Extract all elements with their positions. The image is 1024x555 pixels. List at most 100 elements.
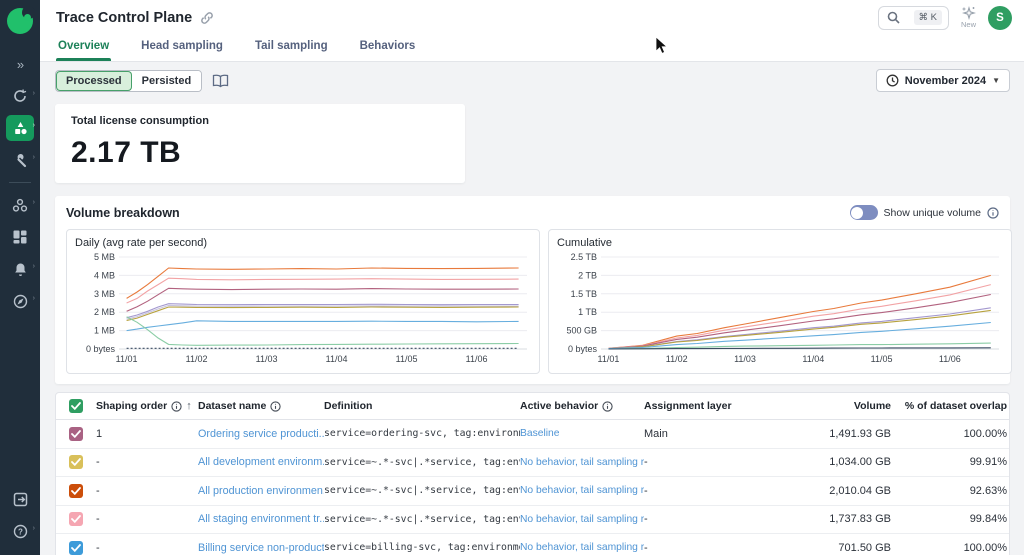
svg-text:1 MB: 1 MB	[94, 326, 115, 336]
info-icon[interactable]	[987, 206, 999, 219]
row-checkbox[interactable]	[69, 426, 83, 441]
svg-text:2 TB: 2 TB	[578, 270, 597, 280]
series-billing-service	[608, 321, 991, 350]
column-header-definition[interactable]: Definition	[324, 400, 520, 412]
svg-text:1 TB: 1 TB	[578, 307, 597, 317]
dataset-name-link[interactable]: All staging environment tr...	[198, 513, 324, 525]
volume-cell: 1,491.93 GB	[829, 427, 891, 440]
help-icon[interactable]: ? ›	[6, 518, 35, 544]
overlap-cell: 99.91%	[969, 456, 1007, 469]
copy-link-icon[interactable]	[200, 11, 214, 25]
dataset-name-link[interactable]: Billing service non-product...	[198, 542, 324, 554]
daily-chart-title: Daily (avg rate per second)	[75, 237, 208, 249]
dataset-name-link[interactable]: All production environmen...	[198, 485, 324, 497]
active-behavior-link[interactable]: No behavior, tail sampling rul	[520, 457, 644, 468]
top-bar: Trace Control Plane ⌘ K New S	[40, 0, 1024, 35]
svg-text:11/04: 11/04	[802, 354, 824, 364]
table-row[interactable]: - All staging environment tr... service=~.…	[56, 506, 1009, 534]
processed-persisted-segment: Processed Persisted	[55, 69, 203, 92]
volume-cell: 1,034.00 GB	[829, 456, 891, 469]
column-header-volume[interactable]: Volume	[732, 400, 893, 412]
volume-cell: 701.50 GB	[838, 541, 891, 554]
info-icon[interactable]	[171, 400, 182, 412]
tab-tail-sampling[interactable]: Tail sampling	[253, 35, 330, 61]
overlap-cell: 100.00%	[963, 427, 1007, 440]
column-header-active-behavior[interactable]: Active behavior	[520, 400, 644, 412]
series-billing-service	[126, 320, 519, 332]
show-unique-volume-toggle[interactable]	[849, 205, 878, 220]
tab-overview[interactable]: Overview	[56, 35, 112, 61]
info-icon[interactable]	[602, 400, 613, 412]
svg-text:?: ?	[18, 527, 23, 536]
volume-breakdown-title: Volume breakdown	[66, 205, 180, 220]
active-behavior-link[interactable]: No behavior, tail sampling rul	[520, 542, 644, 553]
row-checkbox[interactable]	[69, 455, 83, 470]
series-all-development	[126, 306, 519, 322]
definition-cell: service=~.*-svc|.*service, tag:env…	[324, 456, 520, 468]
svg-text:11/04: 11/04	[326, 354, 348, 364]
cycle-icon[interactable]: ›	[6, 83, 35, 109]
column-label: Volume	[853, 400, 891, 412]
dashboard-icon[interactable]	[6, 224, 34, 250]
dataset-name-link[interactable]: All development environm...	[198, 456, 324, 468]
table-row[interactable]: - All development environm... service=~.*-…	[56, 449, 1009, 477]
svg-text:11/05: 11/05	[871, 354, 893, 364]
select-all-checkbox[interactable]	[69, 399, 83, 413]
exit-icon[interactable]	[6, 486, 34, 512]
compass-icon[interactable]: ›	[6, 288, 35, 314]
column-header-assignment-layer[interactable]: Assignment layer	[644, 400, 732, 412]
column-header--of-dataset-overlap[interactable]: % of dataset overlap	[893, 400, 1009, 412]
license-label: Total license consumption	[71, 115, 209, 127]
license-consumption-card: Total license consumption 2.17 TB	[55, 104, 465, 183]
tab-behaviors[interactable]: Behaviors	[358, 35, 418, 61]
clock-icon	[886, 74, 899, 87]
table-row[interactable]: - Billing service non-product... service=b…	[56, 534, 1009, 555]
docs-book-icon[interactable]	[212, 74, 229, 88]
sort-asc-icon[interactable]: ↑	[186, 400, 192, 412]
cluster-icon[interactable]: ›	[6, 192, 35, 218]
info-icon[interactable]	[270, 400, 281, 412]
definition-cell: service=~.*-svc|.*service, tag:env…	[324, 513, 520, 525]
table-row[interactable]: 1 Ordering service producti... service=ord…	[56, 420, 1009, 449]
row-checkbox[interactable]	[69, 483, 83, 498]
active-behavior-link[interactable]: No behavior, tail sampling rul	[520, 485, 644, 496]
svg-text:1.5 TB: 1.5 TB	[571, 289, 597, 299]
column-header-dataset-name[interactable]: Dataset name	[198, 400, 324, 412]
shaping-icon[interactable]: ›	[6, 115, 35, 141]
assignment-layer-cell: -	[644, 541, 648, 554]
bell-icon[interactable]: ›	[6, 256, 35, 282]
page-title: Trace Control Plane	[56, 9, 193, 26]
content-area: Processed Persisted November 2024 ▼ Total…	[40, 62, 1024, 555]
column-label: Assignment layer	[644, 400, 732, 412]
date-picker-button[interactable]: November 2024 ▼	[875, 69, 1010, 92]
row-checkbox[interactable]	[69, 512, 83, 527]
date-picker-label: November 2024	[904, 74, 987, 87]
cumulative-chart[interactable]: 0 bytes 500 GB 1 TB 1.5 TB 2 TB 2.5 TB 11/01 11…	[557, 249, 1007, 366]
row-checkbox[interactable]	[69, 540, 83, 555]
whats-new-button[interactable]: New	[961, 6, 976, 29]
svg-text:11/05: 11/05	[396, 354, 418, 364]
active-behavior-link[interactable]: No behavior, tail sampling rul	[520, 514, 644, 525]
processed-segment-button[interactable]: Processed	[56, 70, 132, 91]
daily-chart-panel: Daily (avg rate per second) 0 bytes 1 MB 2…	[66, 229, 540, 374]
tab-head-sampling[interactable]: Head sampling	[139, 35, 225, 61]
persisted-segment-button[interactable]: Persisted	[131, 70, 202, 91]
brand-logo-icon[interactable]	[7, 6, 35, 34]
svg-text:11/01: 11/01	[598, 354, 620, 364]
column-header-shaping-order[interactable]: Shaping order ↑	[96, 400, 198, 412]
column-label: Dataset name	[198, 400, 267, 412]
dataset-name-link[interactable]: Ordering service producti...	[198, 428, 324, 440]
wrench-icon[interactable]: ›	[6, 147, 35, 173]
avatar[interactable]: S	[988, 5, 1012, 30]
svg-text:500 GB: 500 GB	[566, 326, 597, 336]
table-row[interactable]: - All production environmen... service=~.*…	[56, 477, 1009, 506]
expand-sidebar-icon[interactable]: »	[6, 51, 34, 77]
search-input[interactable]: ⌘ K	[877, 5, 949, 30]
svg-text:2 MB: 2 MB	[94, 307, 115, 317]
assignment-layer-cell: -	[644, 513, 648, 526]
daily-chart[interactable]: 0 bytes 1 MB 2 MB 3 MB 4 MB 5 MB 11/01 11/02 11/…	[75, 249, 535, 366]
svg-text:4 MB: 4 MB	[94, 270, 115, 280]
cumulative-chart-title: Cumulative	[557, 237, 613, 249]
svg-text:11/06: 11/06	[466, 354, 488, 364]
active-behavior-link[interactable]: Baseline	[520, 428, 644, 439]
